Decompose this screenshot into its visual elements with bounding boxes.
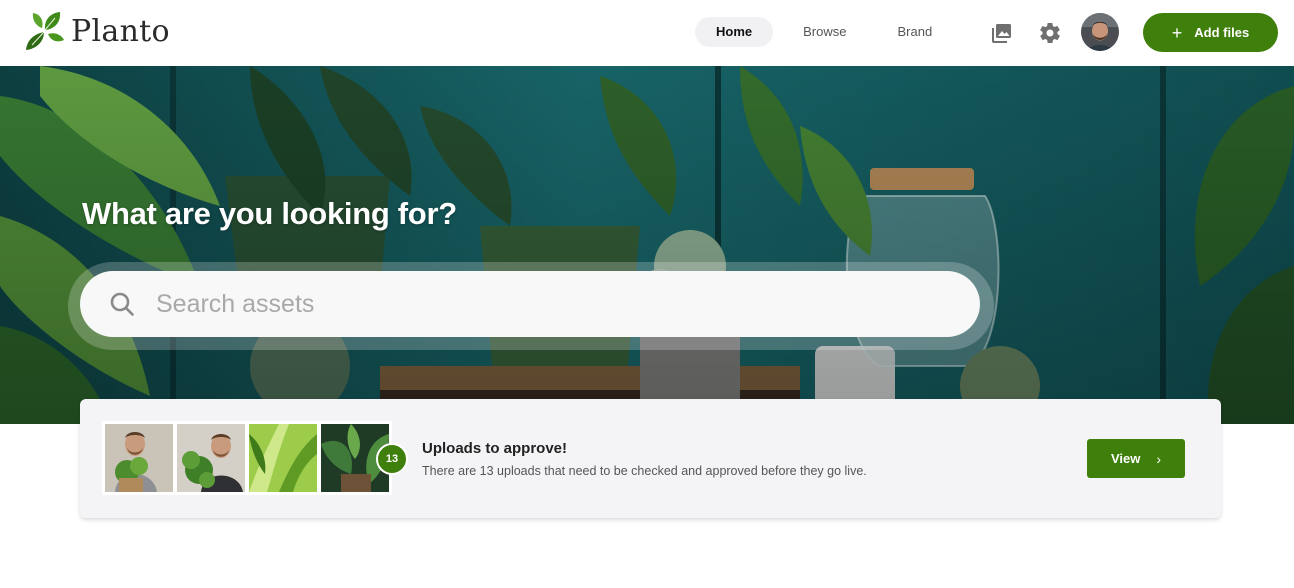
search-input[interactable] <box>156 289 936 319</box>
view-label: View <box>1110 451 1141 466</box>
chevron-right-icon: › <box>1156 450 1162 467</box>
view-uploads-button[interactable]: View › <box>1087 439 1185 478</box>
tab-browse[interactable]: Browse <box>782 17 867 47</box>
tab-home[interactable]: Home <box>695 17 774 47</box>
plus-icon: + <box>1171 22 1183 43</box>
search-icon <box>110 292 134 316</box>
leaf-logo-icon <box>26 12 64 50</box>
uploads-description: There are 13 uploads that need to be che… <box>422 464 867 478</box>
search-bar[interactable] <box>80 271 980 337</box>
green-leaves-photo[interactable] <box>249 424 317 492</box>
user-avatar[interactable] <box>1081 13 1119 51</box>
uploads-approval-card: 13 Uploads to approve! There are 13 uplo… <box>80 399 1221 518</box>
uploads-title: Uploads to approve! <box>422 440 568 457</box>
brand-logo[interactable]: Planto <box>24 10 170 52</box>
brand-name: Planto <box>71 13 170 49</box>
man-holding-plant-photo[interactable] <box>177 424 245 492</box>
tab-brand[interactable]: Brand <box>876 17 953 47</box>
man-with-plant-photo[interactable] <box>105 424 173 492</box>
hero-banner: What are you looking for? <box>0 66 1294 424</box>
upload-thumbnails <box>102 421 392 495</box>
image-gallery-icon[interactable] <box>990 21 1014 45</box>
add-files-label: Add files <box>1194 25 1250 40</box>
gear-icon[interactable] <box>1038 21 1062 45</box>
add-files-button[interactable]: + Add files <box>1143 13 1278 52</box>
plants-background-image <box>0 66 1294 424</box>
hero-title: What are you looking for? <box>82 196 457 231</box>
top-header: Planto Home Browse Brand + Add files <box>0 0 1294 66</box>
main-nav: Home Browse Brand <box>695 17 962 47</box>
uploads-count-badge: 13 <box>376 443 408 475</box>
